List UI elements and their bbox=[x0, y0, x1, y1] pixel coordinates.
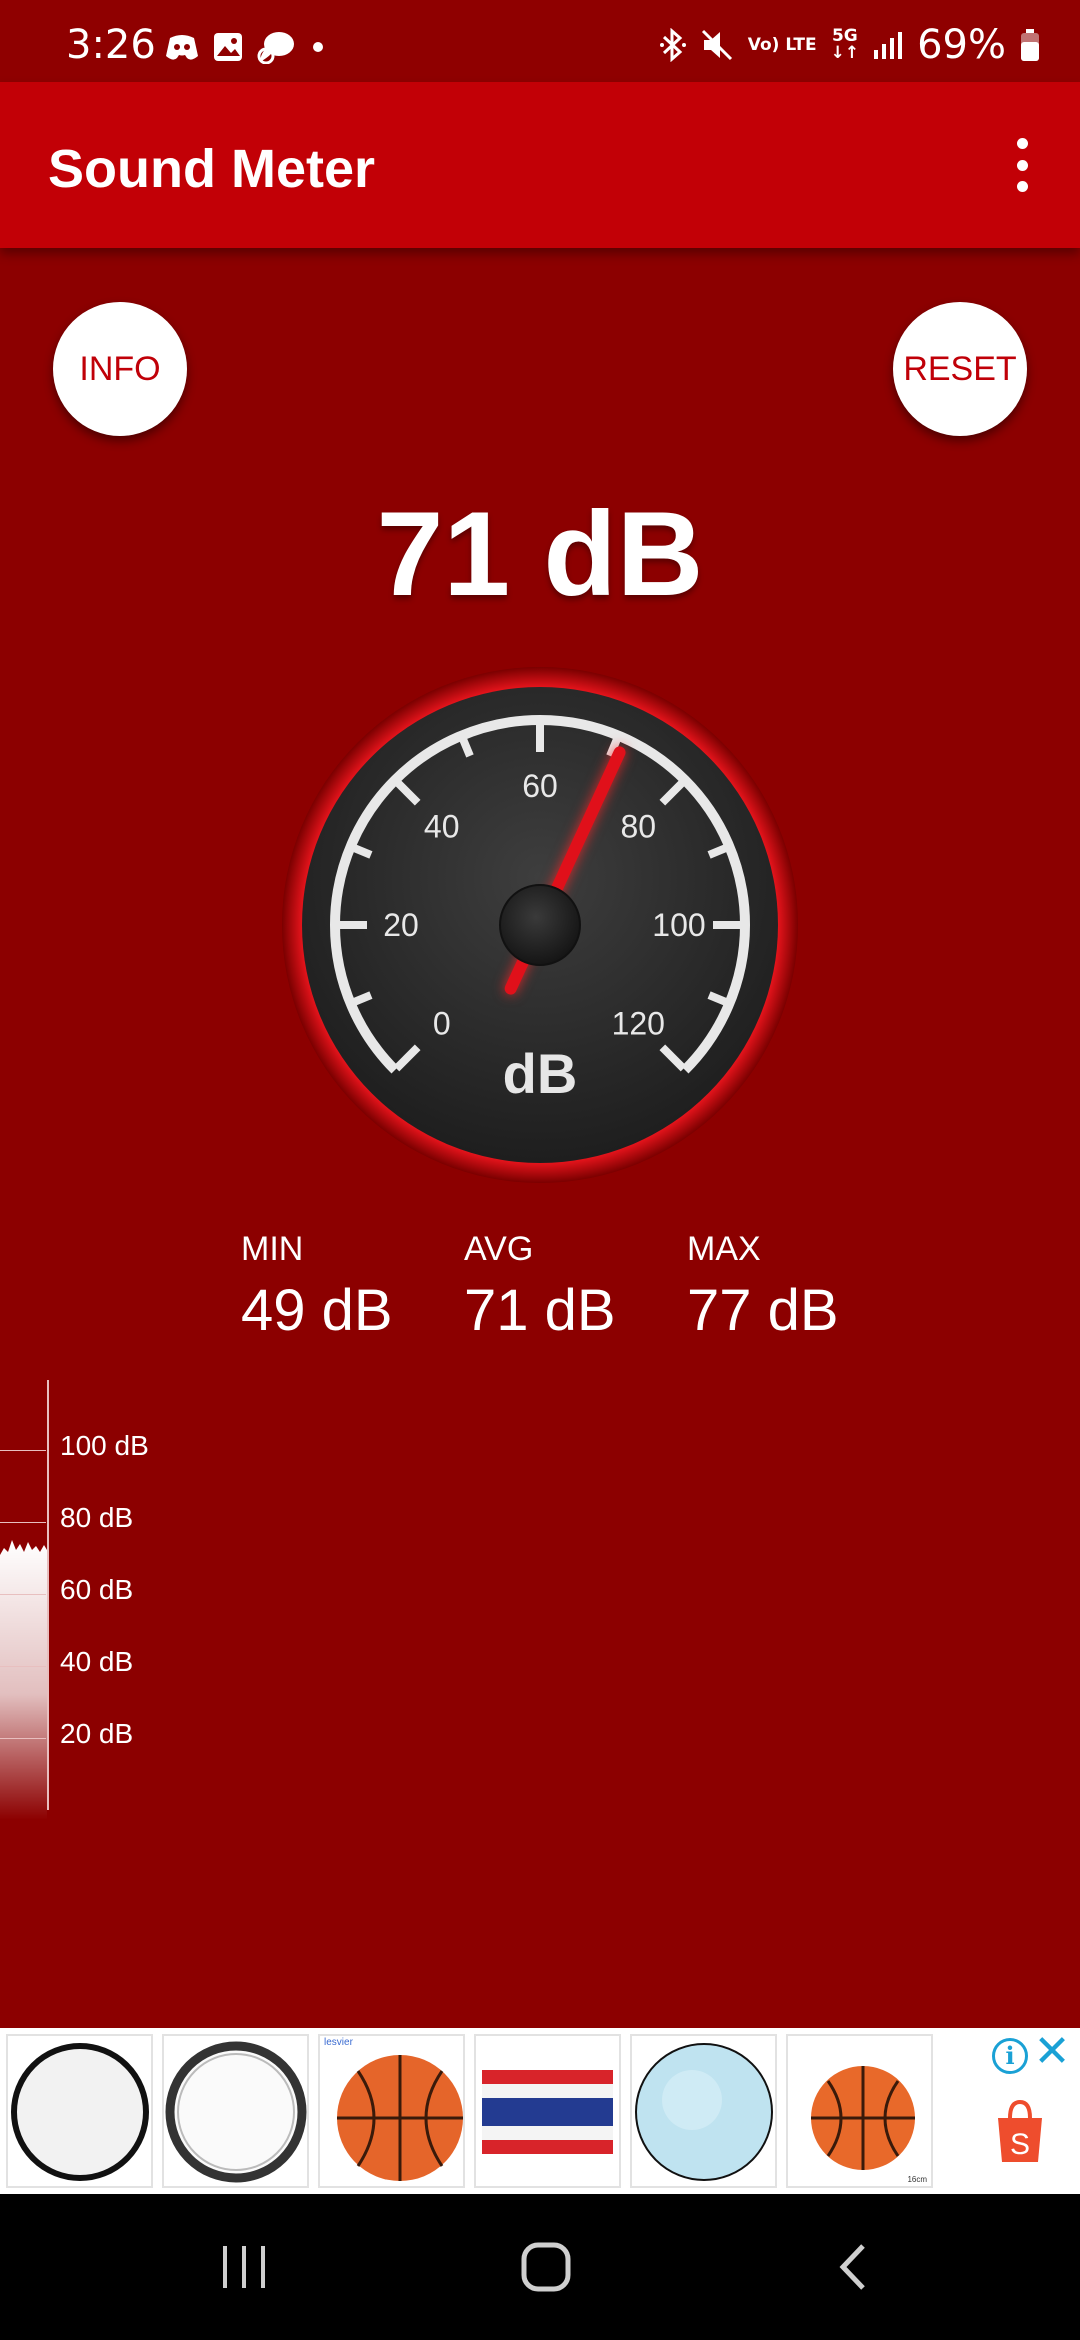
close-icon[interactable]: ✕ bbox=[1030, 2030, 1074, 2074]
gauge-tick-label: 60 bbox=[522, 768, 558, 804]
dot-icon bbox=[313, 42, 323, 52]
gauge-tick-label: 40 bbox=[424, 809, 460, 845]
navigation-bar bbox=[0, 2194, 1080, 2340]
info-icon[interactable]: i bbox=[992, 2038, 1028, 2074]
history-label: 100 dB bbox=[60, 1430, 149, 1461]
battery-icon bbox=[1021, 29, 1039, 61]
history-label: 60 dB bbox=[60, 1574, 134, 1605]
ad-size: 16cm bbox=[907, 2175, 927, 2184]
status-time: 3:26 bbox=[66, 22, 156, 68]
history-gridline bbox=[0, 1738, 46, 1739]
current-reading: 71 dB bbox=[376, 487, 704, 621]
data-arrows-icon: ↓↑ bbox=[830, 43, 860, 63]
gallery-icon bbox=[214, 33, 242, 61]
gauge-unit-label: dB bbox=[503, 1042, 578, 1105]
min-label: MIN bbox=[241, 1230, 304, 1268]
reset-button[interactable]: RESET bbox=[893, 302, 1027, 436]
battery-percentage: 69% bbox=[917, 22, 1006, 68]
stat-max: MAX 77 dB bbox=[687, 1230, 839, 1344]
history-label: 40 dB bbox=[60, 1646, 134, 1677]
notification-icons bbox=[165, 30, 327, 64]
max-value: 77 dB bbox=[687, 1278, 839, 1343]
plate-image bbox=[11, 2043, 149, 2181]
history-gridline bbox=[0, 1450, 46, 1451]
app-bar: Sound Meter bbox=[0, 82, 1080, 248]
stat-min: MIN 49 dB bbox=[241, 1230, 393, 1344]
gauge-tick-label: 20 bbox=[383, 907, 419, 943]
status-right: Vo) LTE 5G ↓↑ 69% bbox=[659, 22, 1040, 68]
back-button[interactable] bbox=[752, 2194, 952, 2340]
ad-item-thailand-flag[interactable] bbox=[474, 2034, 621, 2188]
avg-label: AVG bbox=[464, 1230, 534, 1268]
avg-value: 71 dB bbox=[464, 1278, 616, 1343]
ad-item-light-blue-disc[interactable] bbox=[630, 2034, 777, 2188]
ad-banner[interactable]: lesvier 16cm i ✕ S bbox=[0, 2028, 1080, 2194]
ad-item-basketball-ball[interactable]: 16cm bbox=[786, 2034, 933, 2188]
info-button[interactable]: INFO bbox=[53, 302, 187, 436]
home-icon bbox=[521, 2242, 571, 2292]
ad-item-white-round-plate[interactable] bbox=[6, 2034, 153, 2188]
recents-button[interactable] bbox=[144, 2194, 344, 2340]
history-gridline bbox=[0, 1522, 46, 1523]
sound-gauge: 0 20 40 60 80 100 120 dB bbox=[282, 667, 798, 1183]
gauge-tick-label: 80 bbox=[620, 809, 656, 845]
shop-letter: S bbox=[1010, 2128, 1030, 2161]
volte-text: Vo) LTE bbox=[747, 34, 817, 55]
mute-icon bbox=[701, 29, 732, 61]
gauge-tick-label: 120 bbox=[612, 1005, 665, 1041]
gauge-tick-label: 100 bbox=[652, 907, 705, 943]
ad-brand: lesvier bbox=[324, 2037, 353, 2048]
home-button[interactable] bbox=[446, 2194, 646, 2340]
menu-dot bbox=[1016, 159, 1028, 171]
app-title: Sound Meter bbox=[48, 139, 376, 199]
history-label: 80 dB bbox=[60, 1502, 134, 1533]
ad-item-white-round-tray[interactable] bbox=[162, 2034, 309, 2188]
bluetooth-icon bbox=[659, 28, 686, 62]
min-value: 49 dB bbox=[241, 1278, 393, 1343]
volte-icon: Vo) LTE bbox=[747, 34, 817, 55]
gauge-hub bbox=[499, 884, 581, 966]
gauge-tick-label: 0 bbox=[433, 1005, 451, 1041]
menu-dot bbox=[1016, 181, 1028, 192]
ad-item-basketball-toy[interactable]: lesvier bbox=[318, 2034, 465, 2188]
5g-icon: 5G ↓↑ bbox=[831, 28, 860, 62]
stat-avg: AVG 71 dB bbox=[464, 1230, 616, 1344]
disc-icon bbox=[635, 2043, 773, 2181]
status-bar: 3:26 Vo) LTE 5G ↓↑ 69% bbox=[0, 0, 1080, 82]
history-axis bbox=[47, 1380, 49, 1810]
back-icon bbox=[839, 2244, 865, 2290]
tray-image bbox=[165, 2041, 307, 2183]
history-label: 20 dB bbox=[60, 1718, 134, 1749]
max-label: MAX bbox=[687, 1230, 761, 1268]
recents-icon bbox=[223, 2246, 265, 2288]
basketball-icon bbox=[337, 2055, 463, 2181]
history-waveform bbox=[0, 1540, 47, 1820]
history-gridline bbox=[0, 1666, 46, 1667]
signal-icon bbox=[874, 32, 903, 59]
history-chart: 100 dB 80 dB 60 dB 40 dB 20 dB bbox=[0, 1380, 300, 1820]
discord-icon bbox=[166, 35, 198, 60]
history-gridline bbox=[0, 1594, 46, 1595]
menu-dot bbox=[1016, 138, 1028, 149]
chat-bubble-icon bbox=[257, 32, 294, 64]
more-vert-icon[interactable] bbox=[992, 132, 1052, 198]
thailand-flag-icon bbox=[482, 2070, 613, 2154]
shopping-bag-icon[interactable]: S bbox=[990, 2098, 1050, 2164]
basketball-icon bbox=[811, 2066, 915, 2170]
